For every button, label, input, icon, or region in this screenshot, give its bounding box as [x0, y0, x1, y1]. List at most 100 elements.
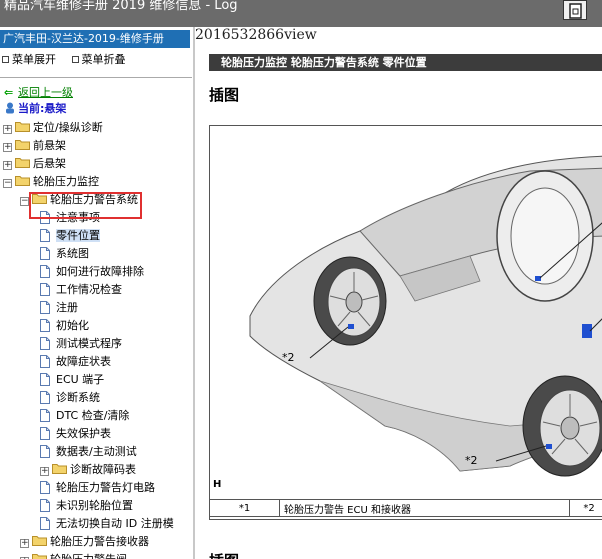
- callout-label: *2: [282, 351, 295, 364]
- document-icon: [40, 391, 50, 404]
- tree-item-label: 数据表/主动测试: [56, 445, 137, 458]
- tree-item-label: 测试模式程序: [56, 337, 122, 350]
- tree-item[interactable]: + 轮胎压力警告接收器: [20, 533, 149, 551]
- person-icon: [6, 102, 14, 114]
- tree-item[interactable]: + 前悬架: [3, 137, 66, 155]
- tree-item[interactable]: + 诊断故障码表: [40, 461, 136, 479]
- figure-letter: H: [213, 479, 222, 490]
- menu-expand-button[interactable]: 菜单展开: [2, 53, 56, 66]
- content-pane: 2016532866view 轮胎压力监控 轮胎压力警告系统 零件位置 插图 *…: [195, 27, 602, 559]
- back-link[interactable]: ⇐ 返回上一级: [4, 84, 73, 100]
- tree-item[interactable]: ECU 端子: [40, 371, 104, 389]
- legend-key: *2: [569, 499, 602, 517]
- tree-item-label: 故障症状表: [56, 355, 111, 368]
- expand-icon[interactable]: +: [3, 161, 12, 170]
- document-icon: [40, 337, 50, 350]
- tree-item-label: 诊断系统: [56, 391, 100, 404]
- expand-all-icon: [2, 56, 9, 63]
- tree-item[interactable]: 如何进行故障排除: [40, 263, 144, 281]
- folder-icon: [52, 464, 67, 474]
- expand-icon[interactable]: +: [3, 143, 12, 152]
- document-icon: [40, 301, 50, 314]
- title-bar: 精品汽车维修手册 2019 维修信息 - Log: [0, 0, 602, 27]
- menu-collapse-button[interactable]: 菜单折叠: [71, 53, 126, 66]
- tree-item[interactable]: 诊断系统: [40, 389, 100, 407]
- tree-item[interactable]: +轮胎压力警告阀: [20, 551, 127, 559]
- document-icon: [40, 319, 50, 332]
- collapse-icon[interactable]: −: [20, 197, 29, 206]
- tree-item[interactable]: 轮胎压力警告灯电路: [40, 479, 155, 497]
- document-icon: [40, 355, 50, 368]
- tree-item[interactable]: 初始化: [40, 317, 89, 335]
- tree-item-label: 诊断故障码表: [70, 463, 136, 476]
- collapse-all-icon: [71, 56, 79, 63]
- folder-icon: [15, 140, 30, 150]
- tree-item-label: 后悬架: [33, 157, 66, 170]
- section-heading: 插图: [209, 550, 239, 559]
- document-icon: [40, 373, 50, 386]
- folder-icon: [32, 554, 47, 559]
- section-heading: 插图: [209, 86, 240, 104]
- tree-item-label: 无法切换自动 ID 注册模: [56, 517, 174, 530]
- breadcrumb: 轮胎压力监控 轮胎压力警告系统 零件位置: [209, 54, 602, 71]
- tree-item[interactable]: 工作情况检查: [40, 281, 122, 299]
- tree-item-label: 轮胎压力警告阀: [50, 553, 127, 559]
- tree-item-label: 初始化: [56, 319, 89, 332]
- tree-item-label: 零件位置: [56, 229, 100, 242]
- legend-key: *1: [209, 499, 280, 517]
- parts-location-illustration: *2 *2 H: [209, 125, 602, 520]
- tree-item[interactable]: DTC 检查/清除: [40, 407, 129, 425]
- tree-item-label: ECU 端子: [56, 373, 105, 386]
- document-icon: [40, 481, 50, 494]
- tree-item[interactable]: 无法切换自动 ID 注册模: [40, 515, 174, 533]
- window-restore-button[interactable]: [563, 0, 587, 20]
- tree-item-label: 轮胎压力警告接收器: [50, 535, 149, 548]
- table-row: *1 轮胎压力警告 ECU 和接收器 *2: [209, 499, 602, 517]
- expand-icon[interactable]: +: [3, 125, 12, 134]
- tree-item[interactable]: 零件位置: [40, 227, 100, 245]
- folder-icon: [15, 122, 30, 132]
- tree-item-label: 定位/操纵诊断: [33, 121, 103, 134]
- tree-item-label: 系统图: [56, 247, 89, 260]
- document-icon: [40, 517, 50, 530]
- expand-icon[interactable]: +: [40, 467, 49, 476]
- document-icon: [40, 445, 50, 458]
- legend-table: *1 轮胎压力警告 ECU 和接收器 *2: [209, 499, 602, 517]
- current-section: 当前:悬架: [4, 100, 66, 116]
- legend-description: 轮胎压力警告 ECU 和接收器: [279, 499, 570, 517]
- tree-item[interactable]: 系统图: [40, 245, 89, 263]
- tree-item-label: 工作情况检查: [56, 283, 122, 296]
- tree-item[interactable]: 故障症状表: [40, 353, 111, 371]
- document-icon: [40, 247, 50, 260]
- collapse-icon[interactable]: −: [3, 179, 12, 188]
- tree-item-label: DTC 检查/清除: [56, 409, 130, 422]
- tree-item[interactable]: 未识别轮胎位置: [40, 497, 133, 515]
- expand-icon[interactable]: +: [20, 539, 29, 548]
- document-icon: [40, 229, 50, 242]
- vehicle-illustration: [249, 155, 602, 477]
- tree-item-label: 轮胎压力监控: [33, 175, 99, 188]
- document-icon: [40, 265, 50, 278]
- tree-item[interactable]: 注册: [40, 299, 78, 317]
- folder-icon: [15, 158, 30, 168]
- tree-item-label: 轮胎压力警告灯电路: [56, 481, 155, 494]
- tree-item-label: 未识别轮胎位置: [56, 499, 133, 512]
- tree-item-label: 如何进行故障排除: [56, 265, 144, 278]
- tree-item[interactable]: − 轮胎压力监控: [3, 173, 99, 191]
- divider: [0, 77, 192, 78]
- tree-item[interactable]: + 后悬架: [3, 155, 66, 173]
- menu-toggle-row: 菜单展开 菜单折叠: [2, 51, 138, 67]
- document-icon: [40, 499, 50, 512]
- restore-icon: [569, 3, 582, 19]
- navigation-pane: 广汽丰田-汉兰达-2019-维修手册 菜单展开 菜单折叠 ⇐ 返回上一级 当前:悬…: [0, 27, 193, 559]
- tree-item[interactable]: 失效保护表: [40, 425, 111, 443]
- document-icon: [40, 283, 50, 296]
- tree-item-label: 前悬架: [33, 139, 66, 152]
- tree-item[interactable]: + 定位/操纵诊断: [3, 119, 103, 137]
- back-arrow-icon: ⇐: [4, 86, 14, 99]
- document-icon: [40, 409, 50, 422]
- folder-icon: [32, 536, 47, 546]
- callout-label: *2: [465, 454, 478, 467]
- tree-item[interactable]: 测试模式程序: [40, 335, 122, 353]
- tree-item[interactable]: 数据表/主动测试: [40, 443, 137, 461]
